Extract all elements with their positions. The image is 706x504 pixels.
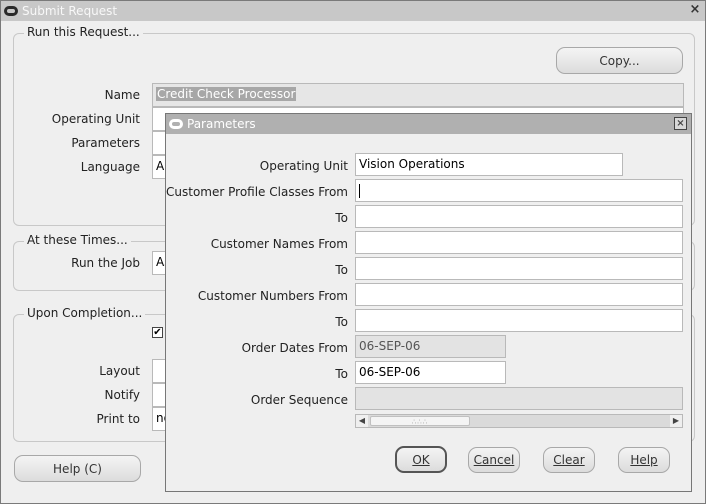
param-field-customer-numbers-to[interactable] [355,309,683,332]
param-field-order-sequence [355,387,683,410]
param-field-order-dates-to[interactable]: 06-SEP-06 [355,361,506,384]
scroll-left-icon[interactable]: ◀ [356,415,368,427]
language-label: Language [80,160,140,174]
run-request-group-title: Run this Request... [24,25,143,39]
scroll-right-icon[interactable]: ▶ [670,415,682,427]
notify-label: Notify [104,388,140,402]
param-label-customer-numbers-from: Customer Numbers From [197,289,348,303]
cancel-button-label: Cancel [473,453,515,467]
horizontal-scrollbar[interactable]: ◀ ∴∴∴ ▶ [355,414,683,428]
param-field-profile-classes-to[interactable] [355,205,683,228]
help-dialog-button[interactable]: Help [618,447,670,473]
param-field-customer-numbers-from[interactable] [355,283,683,306]
name-field[interactable]: Credit Check Processor [152,83,684,107]
help-button[interactable]: Help (C) [14,455,141,482]
name-label: Name [104,88,140,102]
parameters-title: Parameters [187,117,256,131]
scroll-grip-icon: ∴∴∴ [411,418,429,426]
param-label-order-dates-to: To [335,367,348,381]
submit-request-titlebar[interactable]: Submit Request × [1,1,705,21]
param-label-customer-numbers-to: To [335,315,348,329]
operating-unit-label: Operating Unit [51,112,140,126]
name-value: Credit Check Processor [156,87,297,101]
oracle-logo-icon [4,6,18,16]
param-field-operating-unit[interactable]: Vision Operations [355,153,623,176]
parameters-label: Parameters [71,136,140,150]
print-to-label: Print to [96,412,140,426]
ok-button-label: OK [412,452,430,467]
close-icon[interactable]: × [688,3,702,18]
param-field-customer-names-from[interactable] [355,231,683,254]
window-title: Submit Request [22,4,118,18]
param-label-operating-unit: Operating Unit [259,159,348,173]
oracle-logo-icon [169,119,183,129]
param-label-profile-classes-from: Customer Profile Classes From [166,185,348,199]
parameters-titlebar[interactable]: Parameters × [166,114,691,134]
run-job-label: Run the Job [71,256,140,270]
param-field-customer-names-to[interactable] [355,257,683,280]
param-label-profile-classes-to: To [335,211,348,225]
clear-button-label: Clear [553,453,585,467]
help-dialog-button-label: Help [630,453,658,467]
close-icon[interactable]: × [674,117,687,130]
clear-button[interactable]: Clear [543,447,595,473]
param-label-order-sequence: Order Sequence [250,393,348,407]
param-field-profile-classes-from[interactable] [355,179,683,202]
save-output-checkbox[interactable]: ✔ [152,327,163,338]
parameters-dialog: Parameters × Operating Unit Vision Opera… [165,113,692,492]
times-group-title: At these Times... [24,233,131,247]
param-label-customer-names-to: To [335,263,348,277]
param-label-order-dates-from: Order Dates From [241,341,348,355]
completion-group-title: Upon Completion... [24,306,146,320]
param-label-customer-names-from: Customer Names From [210,237,348,251]
param-field-order-dates-from: 06-SEP-06 [355,335,506,358]
layout-label: Layout [99,364,140,378]
copy-button[interactable]: Copy... [556,47,683,74]
cancel-button[interactable]: Cancel [468,447,520,473]
text-caret [359,183,360,198]
scroll-thumb[interactable]: ∴∴∴ [370,416,470,426]
ok-button[interactable]: OK [395,446,447,473]
